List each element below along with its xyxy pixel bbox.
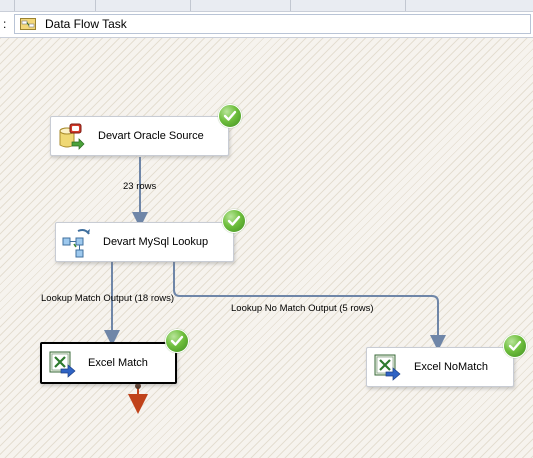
database-source-icon (57, 123, 85, 156)
excel-destination-icon (48, 350, 78, 383)
component-label: Excel Match (88, 357, 148, 369)
component-oracle-source[interactable]: Devart Oracle Source (50, 116, 229, 156)
component-label: Devart MySql Lookup (103, 236, 209, 248)
component-label: Excel NoMatch (414, 361, 488, 373)
component-mysql-lookup[interactable]: Devart MySql Lookup (55, 222, 234, 262)
status-ok-icon (222, 209, 246, 233)
component-excel-match[interactable]: Excel Match (40, 342, 177, 384)
path-label-nomatch-output: Lookup No Match Output (5 rows) (231, 303, 374, 314)
excel-destination-icon (373, 353, 403, 386)
path-label-source-to-lookup: 23 rows (123, 181, 157, 192)
path-label-match-output: Lookup Match Output (18 rows) (41, 293, 175, 304)
lookup-transform-icon (62, 228, 92, 263)
status-ok-icon (165, 329, 189, 353)
status-ok-icon (218, 104, 242, 128)
component-excel-nomatch[interactable]: Excel NoMatch (366, 347, 514, 387)
component-label: Devart Oracle Source (98, 130, 204, 142)
status-ok-icon (503, 334, 527, 358)
